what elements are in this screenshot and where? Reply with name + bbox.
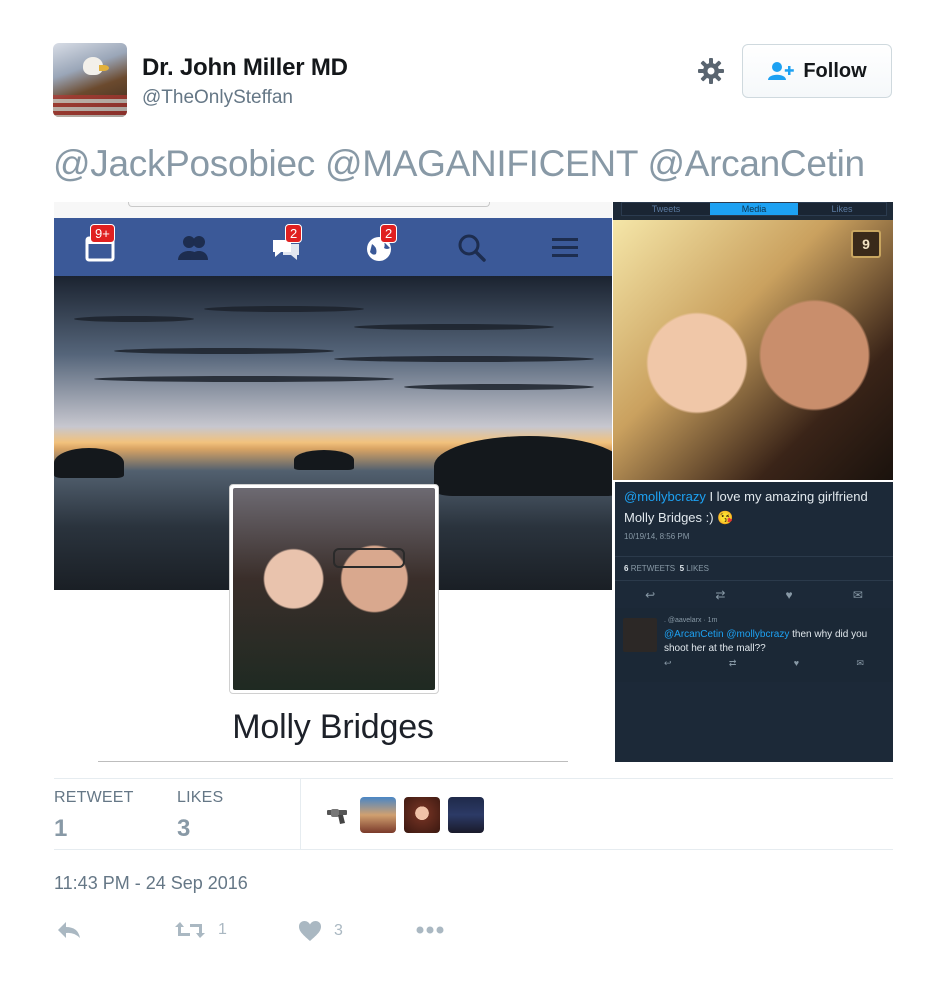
tab-media: Media <box>710 203 798 215</box>
retweet-icon: ⇄ <box>715 588 726 602</box>
reply-icon: ↩ <box>645 588 656 602</box>
divider <box>300 779 301 849</box>
tweet-text: @JackPosobiec @MAGANIFICENT @ArcanCetin <box>53 143 865 185</box>
likes-stat-label: LIKES <box>177 789 224 806</box>
dark-tweet-text: @mollybcrazy I love my amazing girlfrien… <box>624 486 886 528</box>
retweets-count: 6 <box>624 564 629 573</box>
dark-tweet-screenshot[interactable]: @mollybcrazy I love my amazing girlfrien… <box>615 482 893 762</box>
couple-photo <box>233 488 435 690</box>
reply-icon <box>58 922 80 938</box>
tab-likes: Likes <box>831 204 853 214</box>
nav-badge: 2 <box>380 224 398 243</box>
revolver-emoji-icon[interactable] <box>324 797 352 833</box>
liker-avatar-2[interactable] <box>404 797 440 833</box>
retweet-stat-label: RETWEET <box>54 789 134 806</box>
tweet-timestamp[interactable]: 11:43 PM - 24 Sep 2016 <box>54 873 248 894</box>
fb-nav-bar: 9+ 2 2 <box>54 218 612 276</box>
liker-avatar-3[interactable] <box>448 797 484 833</box>
like-button[interactable]: 3 <box>298 920 343 942</box>
glasses-graphic <box>333 548 405 568</box>
mention-link: @mollybcrazy <box>726 629 790 640</box>
gear-icon[interactable] <box>697 57 725 85</box>
profile-tabs: Tweets Media Likes <box>621 202 887 216</box>
nav-badge: 9+ <box>90 224 115 243</box>
dm-icon: ✉ <box>852 588 863 602</box>
divider <box>98 761 568 762</box>
heart-icon: ♥ <box>793 658 800 668</box>
dm-icon: ✉ <box>856 658 864 668</box>
divider <box>615 556 893 557</box>
globe-icon: 2 <box>362 224 398 264</box>
fb-top-strip <box>54 202 612 218</box>
retweet-stat[interactable]: RETWEET 1 <box>54 789 134 843</box>
mention-link[interactable]: @JackPosobiec <box>53 143 315 184</box>
heart-icon: ♥ <box>785 588 793 602</box>
author-avatar[interactable] <box>53 43 127 117</box>
selfie-photo <box>613 220 893 480</box>
mention-link: @mollybcrazy <box>624 489 706 504</box>
facebook-screenshot[interactable]: 9+ 2 2 Molly Bridges <box>54 202 612 762</box>
reply-header: . @aavelarx · 1m <box>664 617 718 624</box>
selfie-screenshot[interactable]: Tweets Media Likes 9 <box>613 202 893 480</box>
reply-icon: ↩ <box>664 658 672 668</box>
likes-label: LIKES <box>686 564 709 573</box>
profile-name: Molly Bridges <box>232 708 434 746</box>
dark-tweet-actions: ↩ ⇄ ♥ ✉ <box>615 584 893 606</box>
retweet-icon: ⇄ <box>728 658 737 668</box>
kiss-emoji-icon: 😘 <box>717 510 734 525</box>
liker-avatars <box>324 797 484 833</box>
retweet-count: 1 <box>218 921 227 938</box>
photo-count-badge: 9 <box>851 230 881 258</box>
profile-picture <box>229 484 439 694</box>
likes-count: 5 <box>679 564 685 573</box>
more-button[interactable] <box>415 920 445 940</box>
liker-avatar-1[interactable] <box>360 797 396 833</box>
reply-button[interactable] <box>56 920 82 940</box>
media-grid: 9+ 2 2 Molly Bridges Tweets Media Likes … <box>54 202 893 762</box>
reply-text: @ArcanCetin @mollybcrazy then why did yo… <box>664 628 888 656</box>
heart-icon <box>299 921 321 941</box>
retweet-icon <box>175 922 205 938</box>
calendar-icon: 9+ <box>84 224 118 264</box>
like-count: 3 <box>334 922 343 939</box>
likes-stat-count: 3 <box>177 815 191 842</box>
author-name[interactable]: Dr. John Miller MD <box>142 54 348 82</box>
menu-icon <box>548 230 582 264</box>
tweet-header: Dr. John Miller MD @TheOnlySteffan Follo… <box>53 43 893 117</box>
mention-link: @ArcanCetin <box>664 629 724 640</box>
retweet-stat-count: 1 <box>54 815 68 842</box>
tab-tweets: Tweets <box>651 204 681 214</box>
follow-label: Follow <box>803 59 867 82</box>
friends-icon <box>176 230 210 264</box>
follow-button[interactable]: Follow <box>742 44 892 98</box>
reply-avatar <box>623 618 657 652</box>
flag-graphic <box>53 95 127 117</box>
dark-tweet-date: 10/19/14, 8:56 PM <box>624 532 690 541</box>
messages-icon: 2 <box>269 224 303 264</box>
reply-tweet: . @aavelarx · 1m @ArcanCetin @mollybcraz… <box>615 608 893 682</box>
mention-link[interactable]: @MAGANIFICENT <box>325 143 638 184</box>
retweets-label: RETWEETS <box>630 564 676 573</box>
eagle-beak <box>99 65 109 71</box>
retweet-button[interactable]: 1 <box>174 920 227 940</box>
mention-link[interactable]: @ArcanCetin <box>647 143 865 184</box>
add-user-icon <box>768 62 795 80</box>
more-icon <box>416 926 444 934</box>
dark-tweet-stats: 6 RETWEETS 5 LIKES <box>624 564 709 573</box>
divider <box>615 580 893 581</box>
tweet-actions: 1 3 <box>54 917 474 947</box>
search-icon <box>454 230 488 264</box>
engagement-stats: RETWEET 1 LIKES 3 <box>54 778 893 850</box>
nav-badge: 2 <box>285 224 303 243</box>
likes-stat[interactable]: LIKES 3 <box>177 789 223 843</box>
reply-actions: ↩ ⇄ ♥ ✉ <box>664 658 864 669</box>
author-handle[interactable]: @TheOnlySteffan <box>142 87 293 109</box>
